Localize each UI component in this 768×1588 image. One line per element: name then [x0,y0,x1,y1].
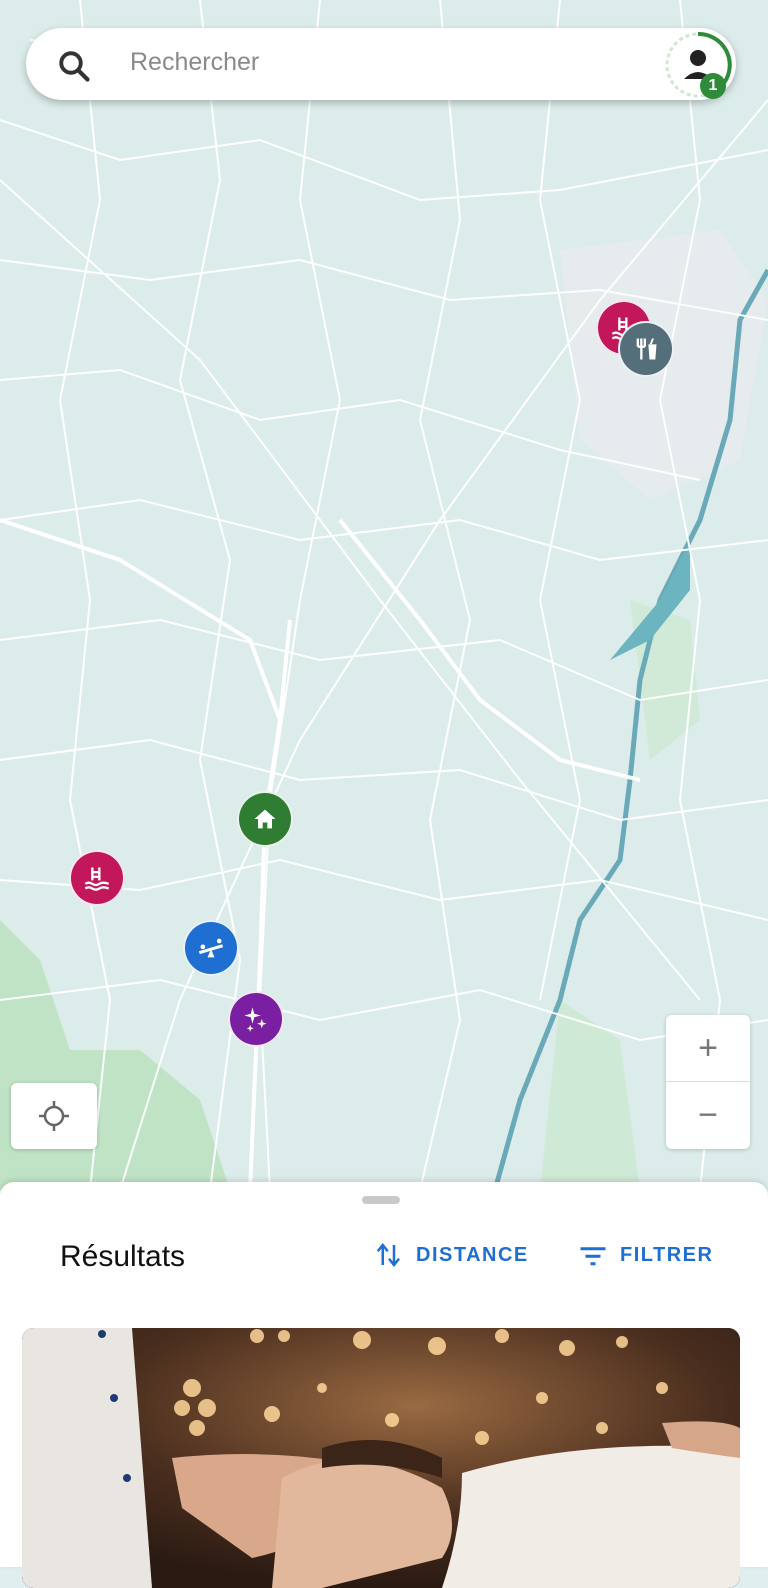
results-title: Résultats [60,1240,186,1273]
results-sheet[interactable]: Résultats DISTANCE FILTRER [0,1182,768,1588]
pin-wellness[interactable] [228,991,284,1047]
sort-icon [376,1242,400,1268]
map-view[interactable]: Rechercher 1 + − [0,0,768,1190]
profile-button[interactable]: 1 [664,31,732,99]
pin-home[interactable] [237,791,293,847]
result-card[interactable] [22,1328,740,1588]
zoom-out-button[interactable]: − [666,1082,750,1148]
filter-icon [580,1247,606,1266]
search-bar[interactable]: Rechercher 1 [26,28,736,100]
zoom-controls: + − [666,1015,750,1149]
map-roads [0,0,768,1190]
pin-playground[interactable] [183,920,239,976]
home-icon [254,809,276,829]
drag-handle[interactable] [362,1196,400,1204]
sort-distance-button[interactable]: DISTANCE [372,1240,529,1270]
locate-me-button[interactable] [11,1083,97,1149]
sort-label: DISTANCE [416,1243,529,1266]
spa-massage-photo [22,1328,740,1588]
pool-icon [84,867,110,891]
pin-swimming-pool[interactable] [69,850,125,906]
search-icon[interactable] [56,48,92,84]
notification-badge: 1 [700,73,726,99]
pin-restaurant[interactable] [618,321,674,377]
crosshair-icon [39,1101,69,1131]
sparkles-icon [244,1007,267,1032]
seesaw-icon [198,938,224,958]
filter-label: FILTRER [620,1243,714,1266]
filter-button[interactable]: FILTRER [576,1240,713,1270]
restaurant-icon [636,338,657,360]
search-input[interactable]: Rechercher [130,48,259,77]
zoom-in-button[interactable]: + [666,1015,750,1081]
